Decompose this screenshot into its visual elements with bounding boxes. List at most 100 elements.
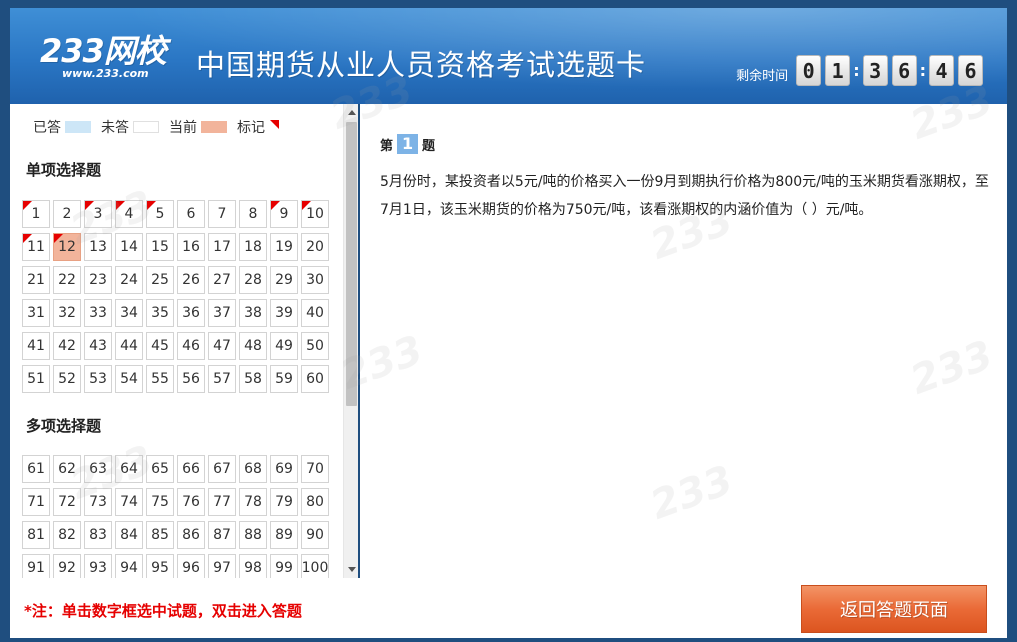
question-number-cell[interactable]: 86	[177, 521, 205, 549]
timer-separator: :	[853, 61, 860, 80]
question-number-cell[interactable]: 20	[301, 233, 329, 261]
question-grid-single-choice: 1 2 3 4 5 6 7 8 9 10 11 12 13 14 15 16 17 18 19 20 21 22 23 24 2…	[22, 200, 329, 393]
question-number-cell[interactable]: 65	[146, 455, 174, 483]
question-number-cell[interactable]: 78	[239, 488, 267, 516]
question-number-cell[interactable]: 40	[301, 299, 329, 327]
question-number-cell[interactable]: 59	[270, 365, 298, 393]
question-number-cell[interactable]: 80	[301, 488, 329, 516]
question-number-cell[interactable]: 63	[84, 455, 112, 483]
question-number-cell[interactable]: 37	[208, 299, 236, 327]
question-number-cell[interactable]: 19	[270, 233, 298, 261]
question-number-cell[interactable]: 36	[177, 299, 205, 327]
question-number-cell[interactable]: 2	[53, 200, 81, 228]
question-number-cell[interactable]: 87	[208, 521, 236, 549]
question-number-cell[interactable]: 39	[270, 299, 298, 327]
question-number-cell[interactable]: 33	[84, 299, 112, 327]
question-number-cell[interactable]: 31	[22, 299, 50, 327]
question-number-cell[interactable]: 1	[22, 200, 50, 228]
question-number-cell[interactable]: 18	[239, 233, 267, 261]
question-number-cell[interactable]: 7	[208, 200, 236, 228]
question-number-cell[interactable]: 5	[146, 200, 174, 228]
question-number-cell[interactable]: 72	[53, 488, 81, 516]
return-to-answer-page-button[interactable]: 返回答题页面	[801, 585, 987, 633]
question-number-cell[interactable]: 16	[177, 233, 205, 261]
question-number-cell[interactable]: 64	[115, 455, 143, 483]
question-number-cell[interactable]: 17	[208, 233, 236, 261]
question-number-cell[interactable]: 48	[239, 332, 267, 360]
scrollbar-thumb[interactable]	[346, 122, 357, 406]
scroll-up-arrow-icon[interactable]	[348, 110, 356, 115]
question-number-cell[interactable]: 30	[301, 266, 329, 294]
question-number-cell[interactable]: 6	[177, 200, 205, 228]
question-number-cell[interactable]: 38	[239, 299, 267, 327]
question-number-cell[interactable]: 55	[146, 365, 174, 393]
question-number-cell[interactable]: 50	[301, 332, 329, 360]
question-number-cell[interactable]: 84	[115, 521, 143, 549]
question-number-cell[interactable]: 35	[146, 299, 174, 327]
question-number-cell[interactable]: 8	[239, 200, 267, 228]
question-number-cell[interactable]: 43	[84, 332, 112, 360]
question-number-cell[interactable]: 75	[146, 488, 174, 516]
question-number-cell[interactable]: 3	[84, 200, 112, 228]
question-number-cell[interactable]: 57	[208, 365, 236, 393]
question-number-cell[interactable]: 70	[301, 455, 329, 483]
question-number-cell[interactable]: 9	[270, 200, 298, 228]
question-number-cell[interactable]: 47	[208, 332, 236, 360]
question-number-cell[interactable]: 34	[115, 299, 143, 327]
question-number-cell[interactable]: 49	[270, 332, 298, 360]
question-number-cell[interactable]: 85	[146, 521, 174, 549]
question-number-cell[interactable]: 82	[53, 521, 81, 549]
question-number-cell[interactable]: 13	[84, 233, 112, 261]
question-number-cell[interactable]: 27	[208, 266, 236, 294]
question-number-cell[interactable]: 74	[115, 488, 143, 516]
question-number-cell[interactable]: 53	[84, 365, 112, 393]
question-number-cell[interactable]: 73	[84, 488, 112, 516]
question-number-cell[interactable]: 4	[115, 200, 143, 228]
question-number-cell[interactable]: 32	[53, 299, 81, 327]
question-number-cell[interactable]: 66	[177, 455, 205, 483]
question-number-cell[interactable]: 83	[84, 521, 112, 549]
question-number-cell[interactable]: 10	[301, 200, 329, 228]
question-number-cell[interactable]: 14	[115, 233, 143, 261]
question-number-cell[interactable]: 54	[115, 365, 143, 393]
question-number-cell[interactable]: 76	[177, 488, 205, 516]
question-number-cell[interactable]: 41	[22, 332, 50, 360]
question-number-cell[interactable]: 79	[270, 488, 298, 516]
question-number-cell[interactable]: 58	[239, 365, 267, 393]
question-number-cell[interactable]: 15	[146, 233, 174, 261]
timer-separator: :	[919, 61, 926, 80]
scroll-down-arrow-icon[interactable]	[348, 567, 356, 572]
scrollbar[interactable]	[343, 104, 358, 578]
question-number-cell[interactable]: 68	[239, 455, 267, 483]
question-number-cell[interactable]: 71	[22, 488, 50, 516]
question-number-cell[interactable]: 61	[22, 455, 50, 483]
question-number-cell[interactable]: 62	[53, 455, 81, 483]
question-number-cell[interactable]: 28	[239, 266, 267, 294]
question-number-cell[interactable]: 90	[301, 521, 329, 549]
question-number-cell[interactable]: 21	[22, 266, 50, 294]
question-number-cell[interactable]: 42	[53, 332, 81, 360]
section-title-multiple-choice: 多项选择题	[26, 417, 102, 435]
question-number-cell[interactable]: 77	[208, 488, 236, 516]
question-number-cell[interactable]: 11	[22, 233, 50, 261]
question-number-cell[interactable]: 89	[270, 521, 298, 549]
question-number-cell[interactable]: 88	[239, 521, 267, 549]
question-number-cell[interactable]: 44	[115, 332, 143, 360]
question-number-cell[interactable]: 12	[53, 233, 81, 261]
question-number-cell[interactable]: 26	[177, 266, 205, 294]
question-number-cell[interactable]: 22	[53, 266, 81, 294]
question-number-cell[interactable]: 25	[146, 266, 174, 294]
legend-unanswered-label: 未答	[101, 120, 129, 136]
question-number-cell[interactable]: 52	[53, 365, 81, 393]
question-number-cell[interactable]: 81	[22, 521, 50, 549]
question-number-cell[interactable]: 56	[177, 365, 205, 393]
question-number-cell[interactable]: 23	[84, 266, 112, 294]
question-number-cell[interactable]: 51	[22, 365, 50, 393]
question-number-cell[interactable]: 60	[301, 365, 329, 393]
question-number-cell[interactable]: 24	[115, 266, 143, 294]
question-number-cell[interactable]: 29	[270, 266, 298, 294]
question-number-cell[interactable]: 45	[146, 332, 174, 360]
question-number-cell[interactable]: 69	[270, 455, 298, 483]
question-number-cell[interactable]: 67	[208, 455, 236, 483]
question-number-cell[interactable]: 46	[177, 332, 205, 360]
